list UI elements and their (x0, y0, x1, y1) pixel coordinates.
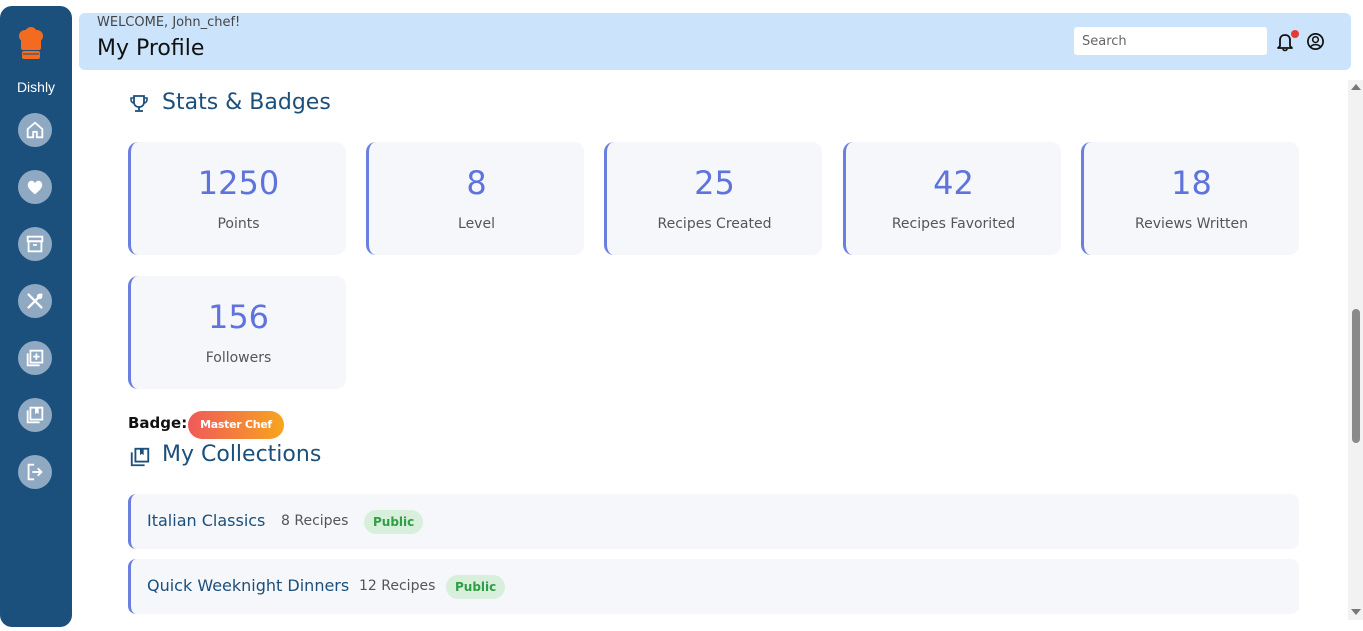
collection-name[interactable]: Quick Weeknight Dinners (147, 576, 349, 595)
stat-card-followers: 156 Followers (128, 276, 346, 389)
archive-icon (26, 235, 44, 253)
stat-card-reviews-written: 18 Reviews Written (1081, 142, 1299, 255)
master-chef-badge: Master Chef (188, 411, 284, 439)
trophy-icon (130, 95, 148, 112)
nav-add-recipe-button[interactable] (18, 341, 52, 375)
nav-favorites-button[interactable] (18, 170, 52, 204)
welcome-text: WELCOME, John_chef! (97, 15, 241, 30)
collection-row-italian-classics[interactable]: Italian Classics 8 Recipes Public (128, 494, 1299, 549)
collections-icon (26, 406, 44, 424)
stat-value: 25 (694, 164, 735, 202)
scroll-up-arrow[interactable] (1351, 84, 1361, 90)
utensils-icon (27, 293, 43, 309)
visibility-badge: Public (446, 575, 506, 599)
logout-icon (27, 463, 43, 481)
stat-label: Recipes Created (657, 216, 772, 232)
sidebar: Dishly (0, 6, 72, 627)
collection-recipe-count: 12 Recipes (359, 578, 436, 594)
stat-value: 8 (466, 164, 487, 202)
stat-card-points: 1250 Points (128, 142, 346, 255)
stats-section-title: Stats & Badges (162, 90, 331, 115)
stat-label: Recipes Favorited (891, 216, 1016, 232)
notification-dot (1291, 30, 1299, 38)
stat-value: 42 (933, 164, 974, 202)
stat-label: Reviews Written (1134, 216, 1249, 232)
add-recipe-icon (26, 349, 44, 367)
page-title: My Profile (97, 36, 205, 61)
visibility-badge: Public (364, 510, 424, 534)
search-input[interactable] (1074, 27, 1267, 55)
stat-card-level: 8 Level (366, 142, 584, 255)
collections-icon (130, 447, 150, 467)
scrollbar-thumb[interactable] (1352, 309, 1360, 443)
collections-section-title: My Collections (162, 442, 322, 467)
nav-recipes-button[interactable] (18, 284, 52, 318)
nav-logout-button[interactable] (18, 455, 52, 489)
stat-value: 156 (207, 298, 270, 336)
top-header: WELCOME, John_chef! My Profile (79, 13, 1351, 70)
stat-value: 18 (1171, 164, 1212, 202)
nav-archive-button[interactable] (18, 227, 52, 261)
stat-value: 1250 (197, 164, 280, 202)
home-icon (26, 121, 44, 139)
stat-label: Followers (205, 350, 272, 366)
collection-row-quick-weeknight-dinners[interactable]: Quick Weeknight Dinners 12 Recipes Publi… (128, 559, 1299, 614)
nav-collections-button[interactable] (18, 398, 52, 432)
stat-card-recipes-created: 25 Recipes Created (604, 142, 822, 255)
stat-label: Level (458, 216, 495, 232)
heart-icon (27, 180, 43, 195)
scroll-down-arrow[interactable] (1351, 609, 1361, 615)
nav-home-button[interactable] (18, 113, 52, 147)
stat-card-recipes-favorited: 42 Recipes Favorited (843, 142, 1061, 255)
badge-label: Badge: (128, 414, 188, 432)
stat-label: Points (217, 216, 260, 232)
brand-name: Dishly (16, 79, 56, 95)
collection-name[interactable]: Italian Classics (147, 511, 265, 530)
collection-recipe-count: 8 Recipes (281, 513, 349, 529)
chef-hat-logo-icon[interactable] (16, 27, 46, 63)
user-icon[interactable] (1306, 32, 1325, 51)
